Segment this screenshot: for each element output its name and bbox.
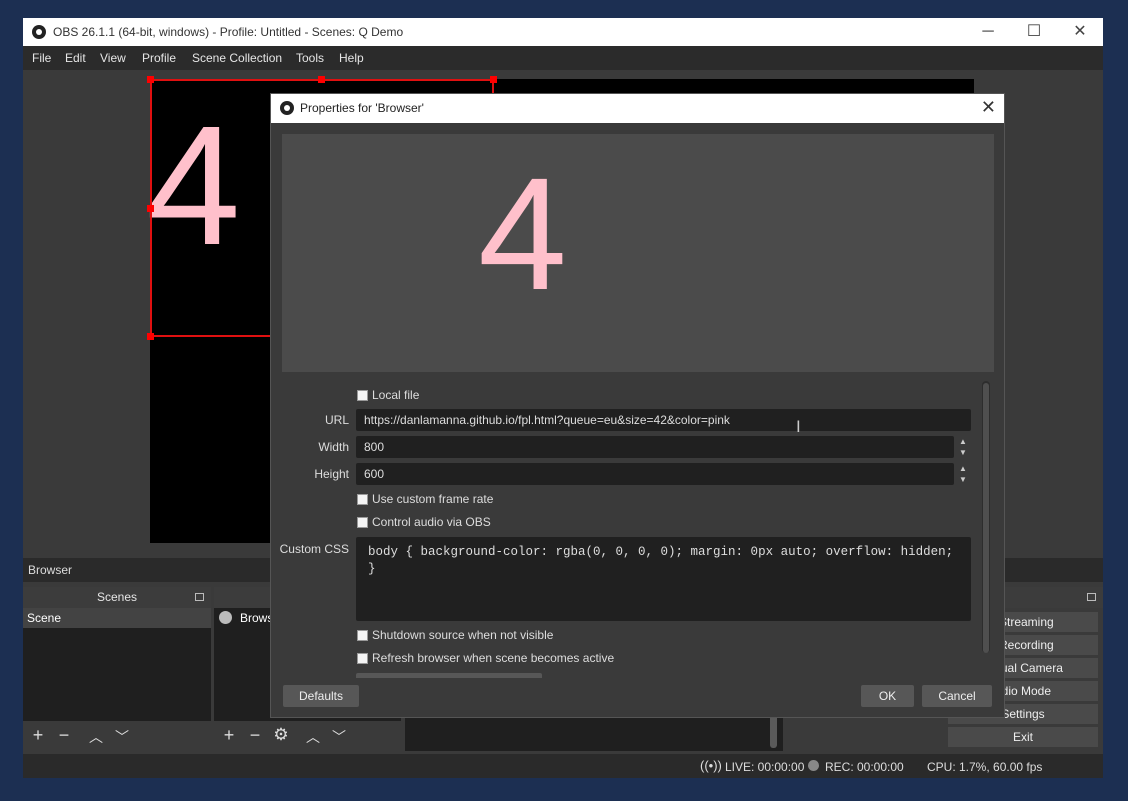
refresh-browser-checkbox[interactable] [357, 653, 368, 664]
local-file-label: Local file [372, 388, 420, 402]
move-up-icon[interactable]: ︿ [302, 727, 324, 747]
scenes-dock-title: Scenes [96, 590, 138, 604]
move-down-icon[interactable]: ﹀ [328, 727, 350, 747]
width-label: Width [318, 440, 349, 454]
globe-icon [219, 611, 232, 624]
control-audio-label: Control audio via OBS [372, 515, 491, 529]
menu-profile[interactable]: Profile [142, 51, 176, 65]
shutdown-source-label: Shutdown source when not visible [372, 628, 554, 642]
preview-number: 4 [478, 144, 567, 323]
scenes-list: Scene [23, 608, 211, 721]
resize-handle[interactable] [147, 76, 154, 83]
add-source-icon[interactable]: + [218, 725, 240, 746]
minimize-button[interactable]: ─ [965, 18, 1011, 46]
resize-handle[interactable] [318, 76, 325, 83]
source-item-label: Brows [240, 611, 274, 625]
ok-button[interactable]: OK [861, 685, 914, 707]
height-stepper[interactable]: ▲ ▼ [955, 463, 971, 485]
scenes-dock-header: Scenes [23, 587, 211, 608]
scenes-dock: Scenes Scene + − ︿ ﹀ [23, 587, 211, 751]
close-button[interactable]: ✕ [1057, 18, 1103, 46]
title-bar: OBS 26.1.1 (64-bit, windows) - Profile: … [23, 18, 1103, 46]
resize-handle[interactable] [490, 76, 497, 83]
refresh-browser-label: Refresh browser when scene becomes activ… [372, 651, 615, 665]
defaults-button[interactable]: Defaults [283, 685, 359, 707]
properties-scrollbar[interactable] [982, 381, 990, 653]
properties-dialog: Properties for 'Browser' ✕ 4 Local file … [270, 93, 1005, 718]
resize-handle[interactable] [147, 205, 154, 212]
obs-logo-icon [32, 25, 46, 39]
add-scene-icon[interactable]: + [27, 725, 49, 746]
cpu-status: CPU: 1.7%, 60.00 fps [927, 760, 1043, 774]
gear-icon[interactable]: ⚙ [270, 725, 292, 745]
local-file-checkbox[interactable] [357, 390, 368, 401]
custom-css-label: Custom CSS [279, 542, 349, 556]
live-time: LIVE: 00:00:00 [725, 760, 805, 774]
exit-button[interactable]: Exit [948, 727, 1098, 747]
menu-view[interactable]: View [100, 51, 126, 65]
dialog-title-bar: Properties for 'Browser' ✕ [271, 94, 1004, 123]
partially-hidden-button[interactable] [356, 673, 542, 678]
width-input[interactable]: 800 [356, 436, 954, 458]
undock-icon[interactable] [195, 593, 204, 601]
menu-bar: File Edit View Profile Scene Collection … [23, 46, 1103, 70]
rec-time: REC: 00:00:00 [825, 760, 904, 774]
scene-list-item[interactable]: Scene [23, 608, 211, 628]
status-bar: ((•)) LIVE: 00:00:00 REC: 00:00:00 CPU: … [23, 754, 1103, 778]
move-down-icon[interactable]: ﹀ [111, 727, 133, 747]
menu-tools[interactable]: Tools [296, 51, 324, 65]
menu-help[interactable]: Help [339, 51, 364, 65]
move-up-icon[interactable]: ︿ [85, 727, 107, 747]
text-cursor-icon: I [796, 417, 801, 436]
height-input[interactable]: 600 [356, 463, 954, 485]
url-label: URL [324, 413, 349, 427]
url-input[interactable]: https://danlamanna.github.io/fpl.html?qu… [356, 409, 971, 431]
scenes-toolbar: + − ︿ ﹀ [23, 721, 211, 751]
remove-source-icon[interactable]: − [244, 725, 266, 746]
resize-handle[interactable] [147, 333, 154, 340]
dialog-title: Properties for 'Browser' [300, 101, 424, 115]
height-label: Height [314, 467, 349, 481]
menu-edit[interactable]: Edit [65, 51, 86, 65]
custom-css-textarea[interactable]: body { background-color: rgba(0, 0, 0, 0… [356, 537, 971, 621]
menu-file[interactable]: File [32, 51, 51, 65]
rec-indicator-icon [808, 760, 819, 771]
live-indicator-icon: ((•)) [700, 758, 722, 773]
control-audio-checkbox[interactable] [357, 517, 368, 528]
custom-frame-rate-checkbox[interactable] [357, 494, 368, 505]
window-title: OBS 26.1.1 (64-bit, windows) - Profile: … [53, 25, 404, 39]
cancel-button[interactable]: Cancel [922, 685, 992, 707]
undock-icon[interactable] [1087, 593, 1096, 601]
source-name-label: Browser [28, 563, 73, 577]
remove-scene-icon[interactable]: − [53, 725, 75, 746]
menu-scene-collection[interactable]: Scene Collection [192, 51, 282, 65]
obs-logo-icon [280, 101, 294, 115]
custom-frame-rate-label: Use custom frame rate [372, 492, 494, 506]
sources-toolbar: + − ⚙ ︿ ﹀ [214, 721, 401, 751]
browser-source-preview: 4 [282, 134, 994, 372]
width-stepper[interactable]: ▲ ▼ [955, 436, 971, 458]
maximize-button[interactable]: ☐ [1011, 18, 1057, 46]
dialog-close-icon[interactable]: ✕ [981, 97, 996, 118]
shutdown-source-checkbox[interactable] [357, 630, 368, 641]
